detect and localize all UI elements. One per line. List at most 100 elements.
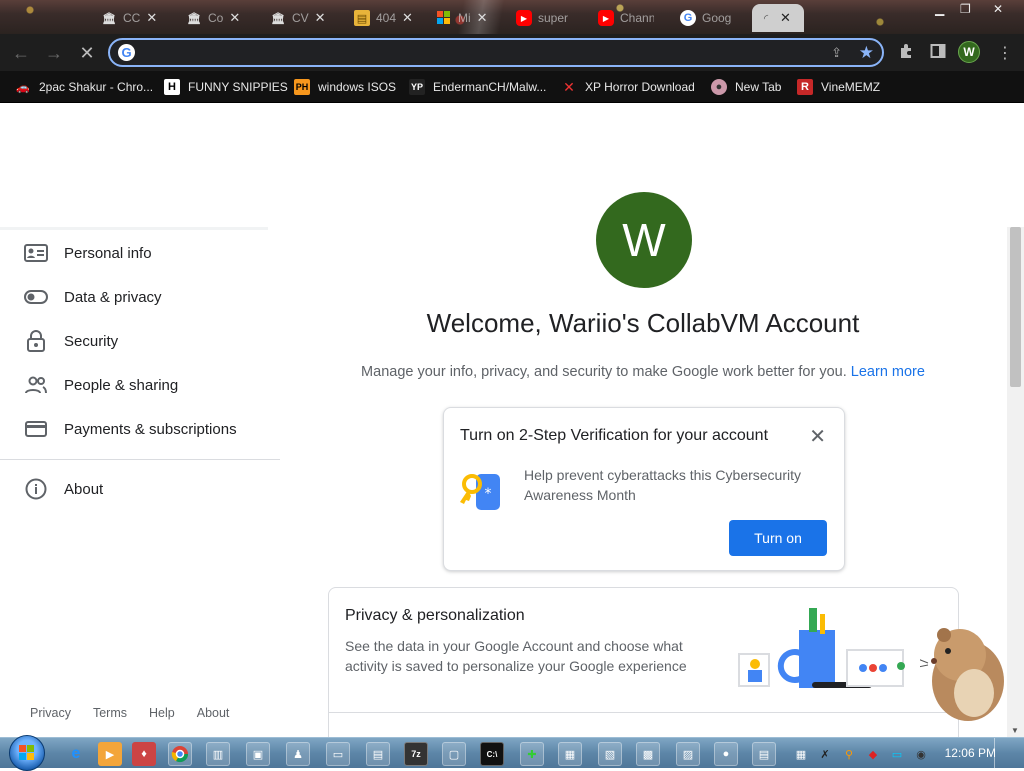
- close-icon[interactable]: ✕: [315, 10, 326, 26]
- address-input[interactable]: [142, 43, 782, 63]
- show-desktop-button[interactable]: [994, 738, 1008, 769]
- sidebar-item-data-privacy[interactable]: Data & privacy: [0, 275, 268, 319]
- back-arrow-icon[interactable]: ←: [10, 42, 32, 64]
- extensions-puzzle-icon[interactable]: [898, 43, 914, 64]
- tab-google[interactable]: G Goog: [674, 6, 737, 30]
- app-icon[interactable]: ♟: [286, 742, 310, 766]
- tab-microsoft[interactable]: Mi ✕: [430, 6, 494, 30]
- h-icon: H: [164, 79, 180, 95]
- google-icon: G: [680, 10, 696, 26]
- start-button[interactable]: [9, 735, 45, 771]
- tray-icon[interactable]: ✗: [816, 742, 834, 766]
- tab-404[interactable]: ▤ 404 ✕: [348, 6, 419, 30]
- app-icon[interactable]: ▣: [246, 742, 270, 766]
- close-window-icon[interactable]: ✕: [993, 2, 1003, 16]
- app-icon[interactable]: ✚: [520, 742, 544, 766]
- bookmark-vinememz[interactable]: R VineMEMZ: [797, 77, 880, 97]
- app-icon[interactable]: ▤: [752, 742, 776, 766]
- close-icon[interactable]: ✕: [780, 10, 791, 26]
- x-icon: ✕: [563, 78, 575, 95]
- footer-link-help[interactable]: Help: [149, 706, 175, 720]
- learn-more-link[interactable]: Learn more: [851, 364, 925, 380]
- more-menu-icon[interactable]: ⋮: [997, 43, 1013, 63]
- chrome-icon[interactable]: [168, 742, 192, 766]
- profile-avatar[interactable]: W: [958, 41, 980, 63]
- bookmark-new-tab[interactable]: ● New Tab: [711, 77, 781, 97]
- app-icon[interactable]: ▦: [558, 742, 582, 766]
- footer-link-terms[interactable]: Terms: [93, 706, 127, 720]
- folder-icon: ▤: [354, 10, 370, 26]
- clock[interactable]: 12:06 PM: [945, 746, 996, 760]
- app-icon[interactable]: ▨: [676, 742, 700, 766]
- app-icon[interactable]: ▢: [442, 742, 466, 766]
- bookmarks-bar: 🚗 2pac Shakur - Chro... H FUNNY SNIPPIES…: [0, 71, 1024, 103]
- footer-link-privacy[interactable]: Privacy: [30, 706, 71, 720]
- tab-cc[interactable]: 🏛 CC ✕: [95, 6, 163, 30]
- r-icon: R: [797, 79, 813, 95]
- tray-icon[interactable]: ◆: [864, 742, 882, 766]
- bookmark-label: XP Horror Download: [585, 80, 695, 94]
- minimize-icon[interactable]: ▁: [935, 2, 944, 16]
- scrollbar-thumb[interactable]: [1010, 227, 1021, 387]
- close-icon[interactable]: ✕: [809, 424, 826, 449]
- scroll-down-arrow-icon[interactable]: ▼: [1011, 726, 1019, 735]
- tray-icon[interactable]: ◉: [912, 742, 930, 766]
- tray-icon[interactable]: ⚲: [840, 742, 858, 766]
- two-step-promo-card: Turn on 2-Step Verification for your acc…: [443, 407, 845, 571]
- sidebar-item-about[interactable]: About: [0, 467, 268, 511]
- sidebar-item-label: People & sharing: [64, 376, 179, 394]
- bookmark-label: windows ISOS: [318, 80, 397, 94]
- restore-icon[interactable]: ❐: [960, 2, 971, 16]
- 7zip-icon[interactable]: 7z: [404, 742, 428, 766]
- close-icon[interactable]: ✕: [402, 10, 413, 26]
- bookmark-label: 2pac Shakur - Chro...: [39, 80, 154, 94]
- sidebar-item-payments[interactable]: Payments & subscriptions: [0, 407, 268, 451]
- bookmark-2pac[interactable]: 🚗 2pac Shakur - Chro...: [15, 77, 153, 97]
- app-icon[interactable]: ♦: [132, 742, 156, 766]
- ph-icon: PH: [294, 79, 310, 95]
- cmd-icon[interactable]: C:\: [480, 742, 504, 766]
- media-player-icon[interactable]: ▶: [98, 742, 122, 766]
- close-icon[interactable]: ✕: [229, 10, 240, 26]
- privacy-personalization-card[interactable]: Privacy & personalization See the data i…: [328, 587, 959, 737]
- privacy-illustration: [738, 608, 905, 688]
- app-icon[interactable]: ▭: [326, 742, 350, 766]
- tab-cv[interactable]: 🏛 CV ✕: [264, 6, 332, 30]
- bookmark-windows-isos[interactable]: PH windows ISOS: [294, 77, 396, 97]
- close-icon[interactable]: ✕: [477, 10, 488, 26]
- turn-on-button[interactable]: Turn on: [729, 520, 827, 556]
- toggle-icon: [24, 285, 48, 309]
- footer-link-about[interactable]: About: [197, 706, 230, 720]
- tab-co[interactable]: 🏛 Co ✕: [180, 6, 246, 30]
- ie-icon[interactable]: e: [64, 742, 88, 766]
- info-icon: [24, 477, 48, 501]
- app-icon[interactable]: ▤: [366, 742, 390, 766]
- bookmark-star-icon[interactable]: ★: [859, 43, 874, 63]
- app-icon[interactable]: ▥: [206, 742, 230, 766]
- forward-arrow-icon[interactable]: →: [43, 42, 65, 64]
- account-avatar[interactable]: W: [596, 192, 692, 288]
- sidebar-item-security[interactable]: Security: [0, 319, 268, 363]
- bookmark-funny-snippies[interactable]: H FUNNY SNIPPIES: [164, 77, 288, 97]
- sidebar-item-personal-info[interactable]: Personal info: [0, 231, 268, 275]
- side-panel-icon[interactable]: [930, 43, 946, 64]
- tab-active[interactable]: ◜ ✕: [752, 4, 804, 32]
- close-icon[interactable]: ✕: [146, 10, 157, 26]
- stop-loading-icon[interactable]: ✕: [76, 42, 98, 64]
- sidebar-item-people-sharing[interactable]: People & sharing: [0, 363, 268, 407]
- app-icon[interactable]: ▧: [598, 742, 622, 766]
- tab-title: super: [538, 11, 569, 25]
- bookmark-endermanch[interactable]: YP EndermanCH/Malw...: [409, 77, 546, 97]
- tray-icon[interactable]: ▭: [888, 742, 906, 766]
- address-bar[interactable]: G ⇪ ★: [108, 38, 884, 67]
- tab-youtube-super[interactable]: ▶ super: [510, 6, 574, 30]
- app-icon[interactable]: ●: [714, 742, 738, 766]
- tab-title: Co: [208, 11, 224, 25]
- app-icon[interactable]: ▩: [636, 742, 660, 766]
- tab-youtube-channel[interactable]: ▶ Chann: [592, 6, 660, 30]
- share-icon[interactable]: ⇪: [831, 45, 842, 61]
- bookmark-xp-horror[interactable]: ✕ XP Horror Download: [561, 77, 695, 97]
- tray-icon[interactable]: ▦: [792, 742, 810, 766]
- tab-title: CV: [292, 11, 309, 25]
- tab-title: Goog: [702, 11, 732, 25]
